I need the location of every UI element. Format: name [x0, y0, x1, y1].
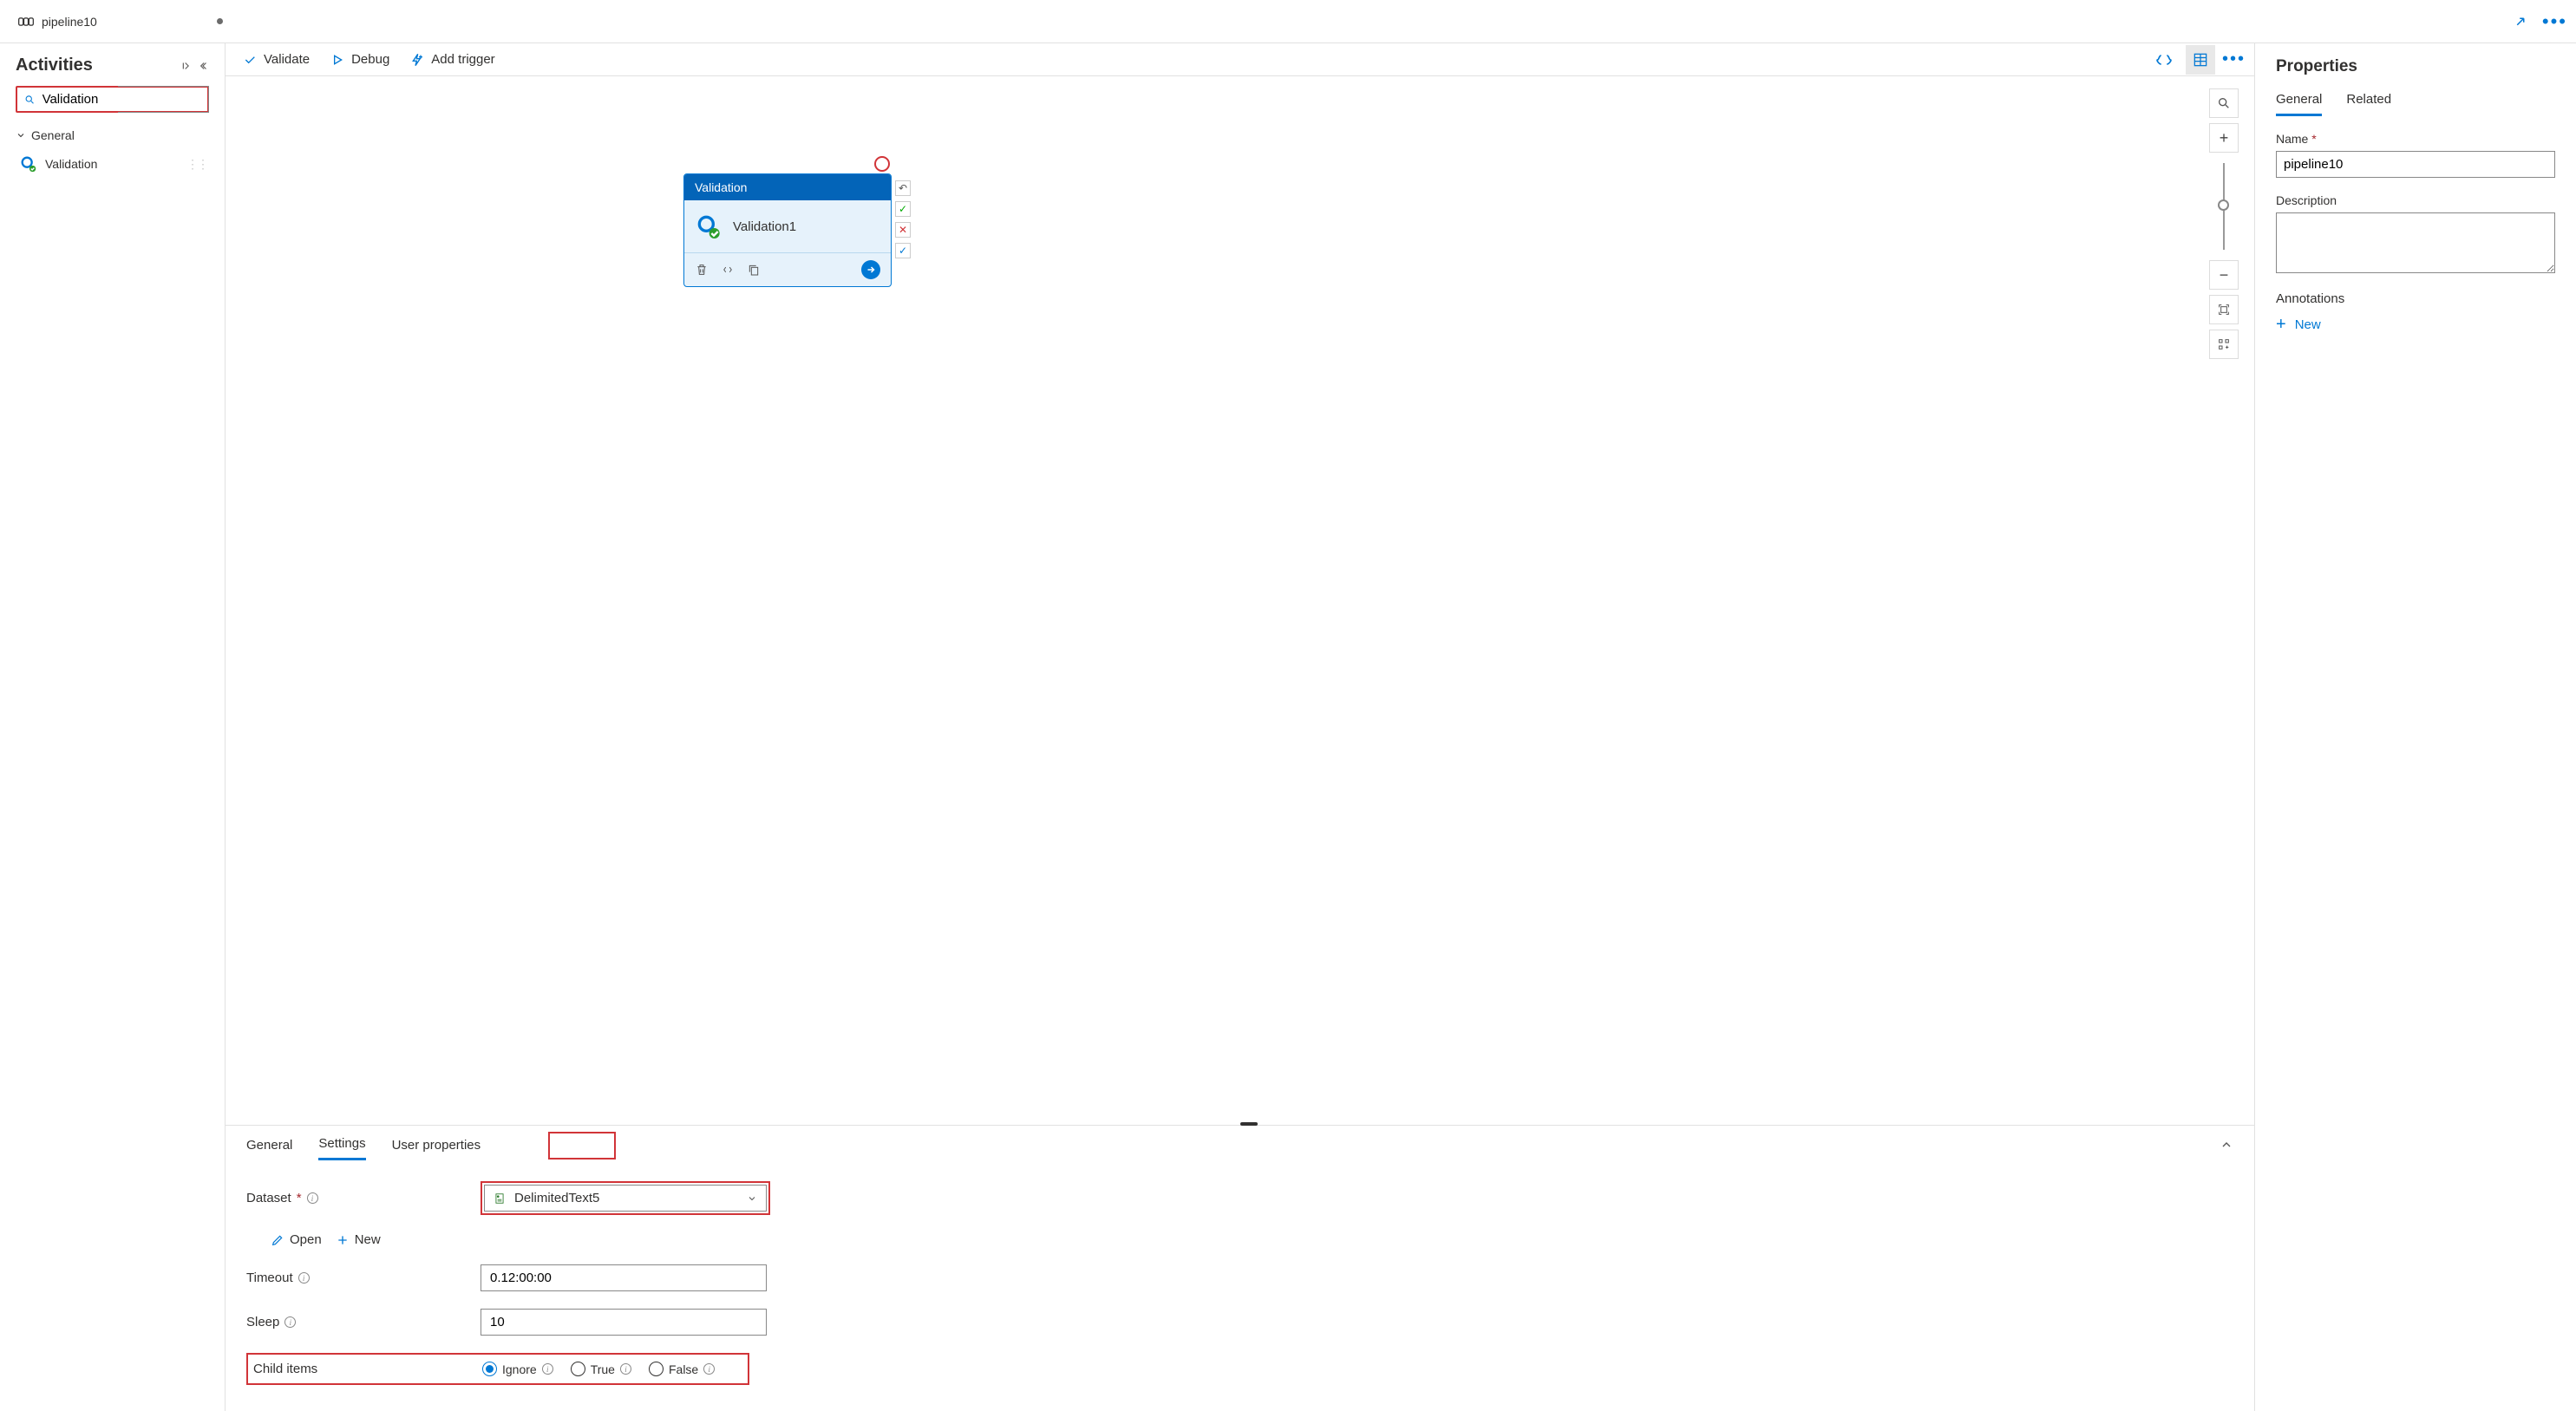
search-icon	[24, 94, 36, 106]
properties-title: Properties	[2276, 57, 2555, 76]
sidebar-collapse-icon[interactable]	[181, 60, 209, 72]
plus-icon: +	[2276, 315, 2286, 335]
validation-icon	[19, 154, 38, 173]
info-icon[interactable]: i	[620, 1363, 631, 1375]
timeout-input[interactable]	[481, 1264, 767, 1291]
childitems-label: Child items	[253, 1362, 482, 1376]
more-icon[interactable]: •••	[2542, 10, 2567, 33]
tab-general[interactable]: General	[246, 1138, 292, 1160]
tab-settings[interactable]: Settings	[318, 1136, 365, 1160]
chevron-down-icon	[747, 1193, 757, 1204]
canvas-search-button[interactable]	[2209, 88, 2239, 118]
pipeline-toolbar: Validate Debug Add trigger •••	[226, 43, 2254, 76]
plus-icon	[336, 1233, 350, 1247]
settings-highlight	[548, 1132, 616, 1160]
info-icon[interactable]: i	[284, 1316, 296, 1328]
info-icon[interactable]: i	[307, 1192, 318, 1204]
name-label: Name *	[2276, 132, 2555, 146]
dataset-highlight: DelimitedText5	[481, 1181, 770, 1215]
arrow-icon[interactable]	[861, 260, 880, 279]
validation-icon	[695, 212, 722, 240]
prop-tab-general[interactable]: General	[2276, 92, 2322, 116]
radio-ignore[interactable]: Ignore i	[482, 1362, 553, 1376]
info-icon[interactable]: i	[542, 1363, 553, 1375]
play-icon	[330, 53, 344, 67]
sleep-input[interactable]	[481, 1309, 767, 1336]
search-input[interactable]	[42, 92, 200, 107]
delete-icon[interactable]	[695, 263, 709, 277]
activities-title: Activities	[16, 56, 93, 75]
properties-toggle-button[interactable]	[2186, 45, 2215, 75]
more-icon[interactable]: •••	[2222, 49, 2246, 69]
fit-button[interactable]	[2209, 295, 2239, 324]
info-icon[interactable]: i	[298, 1272, 310, 1284]
name-input[interactable]	[2276, 151, 2555, 178]
node-header: Validation	[684, 174, 891, 200]
undo-connector-icon[interactable]: ↶	[895, 180, 911, 196]
zoom-out-button[interactable]: −	[2209, 260, 2239, 290]
radio-true[interactable]: True i	[571, 1362, 631, 1376]
childitems-highlight: Child items Ignore i True i False	[246, 1353, 749, 1385]
zoom-slider[interactable]	[2223, 163, 2225, 250]
node-connectors: ↶ ✓ ✕ ✓	[895, 180, 911, 258]
radio-false[interactable]: False i	[649, 1362, 715, 1376]
drag-grip-icon: ⋮⋮	[186, 157, 207, 172]
description-input[interactable]	[2276, 212, 2555, 273]
open-dataset-button[interactable]: Open	[271, 1232, 322, 1247]
timeout-label: Timeout i	[246, 1271, 481, 1285]
activities-search[interactable]	[16, 86, 209, 113]
debug-button[interactable]: Debug	[330, 52, 389, 67]
dataset-label: Dataset * i	[246, 1191, 481, 1205]
validate-button[interactable]: Validate	[243, 52, 310, 67]
annotations-label: Annotations	[2276, 291, 2555, 306]
info-icon[interactable]: i	[703, 1363, 715, 1375]
fail-connector-icon[interactable]: ✕	[895, 222, 911, 238]
check-icon	[243, 53, 257, 67]
success-connector-icon[interactable]: ✓	[895, 201, 911, 217]
tab-bar: pipeline10 •••	[0, 0, 2576, 43]
activity-label: Validation	[45, 157, 97, 171]
code-view-button[interactable]	[2149, 45, 2179, 75]
tab-user-properties[interactable]: User properties	[392, 1138, 481, 1160]
completion-connector-icon[interactable]: ✓	[895, 243, 911, 258]
activities-sidebar: Activities General Validation ⋮⋮	[0, 43, 226, 1411]
layout-button[interactable]	[2209, 330, 2239, 359]
zoom-in-button[interactable]: +	[2209, 123, 2239, 153]
description-label: Description	[2276, 193, 2555, 207]
dataset-icon	[494, 1192, 506, 1205]
expand-icon[interactable]	[2513, 14, 2528, 29]
prop-tab-related[interactable]: Related	[2346, 92, 2391, 116]
properties-panel: Properties General Related Name * Descri…	[2255, 43, 2576, 1411]
add-annotation-button[interactable]: + New	[2276, 315, 2555, 335]
pipeline-icon	[17, 13, 35, 30]
settings-panel: General Settings User properties Dataset…	[226, 1125, 2254, 1411]
red-circle-annotation	[874, 156, 890, 172]
copy-icon[interactable]	[747, 263, 761, 277]
validation-node[interactable]: Validation Validation1	[683, 173, 892, 287]
chevron-down-icon	[16, 130, 26, 140]
pencil-icon	[271, 1233, 284, 1247]
new-dataset-button[interactable]: New	[336, 1232, 381, 1247]
trigger-icon	[410, 53, 424, 67]
panel-collapse-icon[interactable]	[2220, 1138, 2233, 1152]
sleep-label: Sleep i	[246, 1315, 481, 1329]
section-general[interactable]: General	[16, 123, 209, 147]
tab-title: pipeline10	[42, 15, 97, 29]
pipeline-tab[interactable]: pipeline10	[7, 0, 233, 42]
braces-icon[interactable]	[721, 263, 735, 277]
node-name: Validation1	[733, 219, 796, 234]
activity-validation[interactable]: Validation ⋮⋮	[16, 147, 209, 180]
pipeline-canvas[interactable]: Validation Validation1 ↶ ✓	[226, 76, 2254, 1125]
add-trigger-button[interactable]: Add trigger	[410, 52, 494, 67]
unsaved-indicator-icon	[217, 18, 223, 24]
dataset-dropdown[interactable]: DelimitedText5	[484, 1185, 767, 1212]
